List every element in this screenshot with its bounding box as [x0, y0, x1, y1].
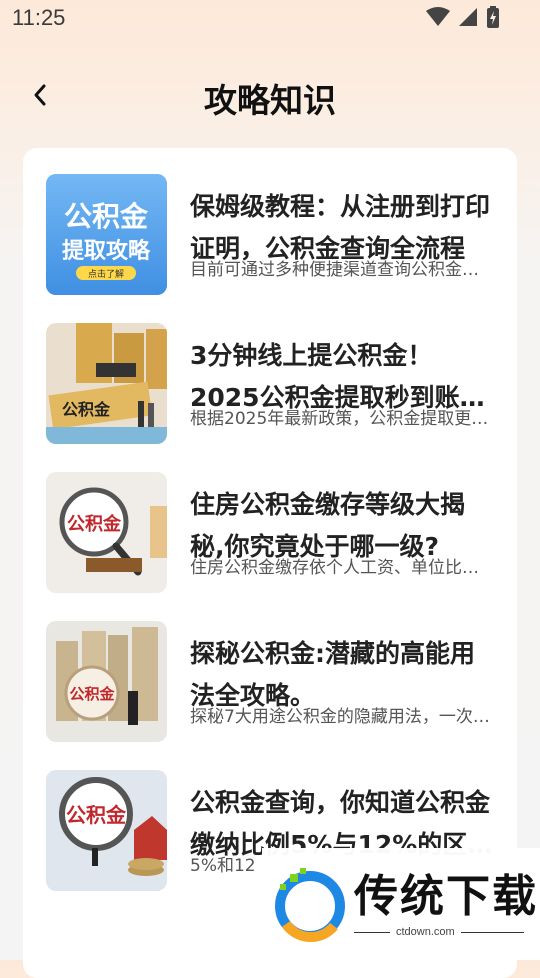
status-bar: 11:25	[0, 0, 540, 36]
nav-bar: 攻略知识	[0, 60, 540, 130]
article-thumbnail: 公积金	[46, 621, 167, 742]
article-desc: 住房公积金缴存依个人工资、单位比例而定	[190, 558, 495, 578]
article-thumbnail: 公积金	[46, 472, 167, 593]
article-desc: 目前可通过多种便捷渠道查询公积金信息	[190, 260, 495, 280]
wifi-icon	[426, 7, 450, 26]
thumb-text: 提取攻略	[62, 238, 151, 264]
article-item[interactable]: 公积金 提取攻略 点击了解 保姆级教程：从注册到打印证明，公积金查询全流程 目前…	[46, 174, 496, 296]
battery-icon	[487, 6, 499, 28]
thumb-text: 公积金	[67, 513, 122, 535]
article-item[interactable]: 公积金 住房公积金缴存等级大揭秘,你究竟处于哪一级? 住房公积金缴存依个人工资、…	[46, 472, 496, 594]
article-item[interactable]: 公积金 探秘公积金:潜藏的高能用法全攻略。 探秘7大用途公积金的隐藏用法，一次看…	[46, 621, 496, 743]
watermark-logo-icon	[275, 868, 345, 943]
watermark: 传统下载 ctdown.com	[262, 848, 540, 960]
page-title: 攻略知识	[204, 81, 336, 120]
article-thumbnail: 公积金	[46, 770, 167, 891]
watermark-url: ctdown.com	[390, 926, 461, 938]
thumb-text: 公积金	[62, 400, 111, 419]
thumb-text: 公积金	[66, 803, 127, 827]
status-icons	[426, 6, 500, 28]
article-thumbnail: 公积金	[46, 323, 167, 444]
thumb-text: 公积金	[64, 200, 149, 233]
article-item[interactable]: 公积金 3分钟线上提公积金！2025公积金提取秒到账攻略 根据2025年最新政策…	[46, 323, 496, 445]
article-desc: 探秘7大用途公积金的隐藏用法，一次看懂	[190, 707, 495, 727]
thumb-text: 公积金	[69, 685, 115, 703]
watermark-brand: 传统下载	[354, 871, 538, 922]
status-time: 11:25	[12, 5, 66, 30]
thumb-text: 点击了解	[88, 268, 124, 280]
article-desc: 根据2025年最新政策，公积金提取更加便捷	[190, 409, 495, 429]
article-thumbnail: 公积金 提取攻略 点击了解	[46, 174, 167, 295]
signal-icon	[459, 8, 477, 26]
